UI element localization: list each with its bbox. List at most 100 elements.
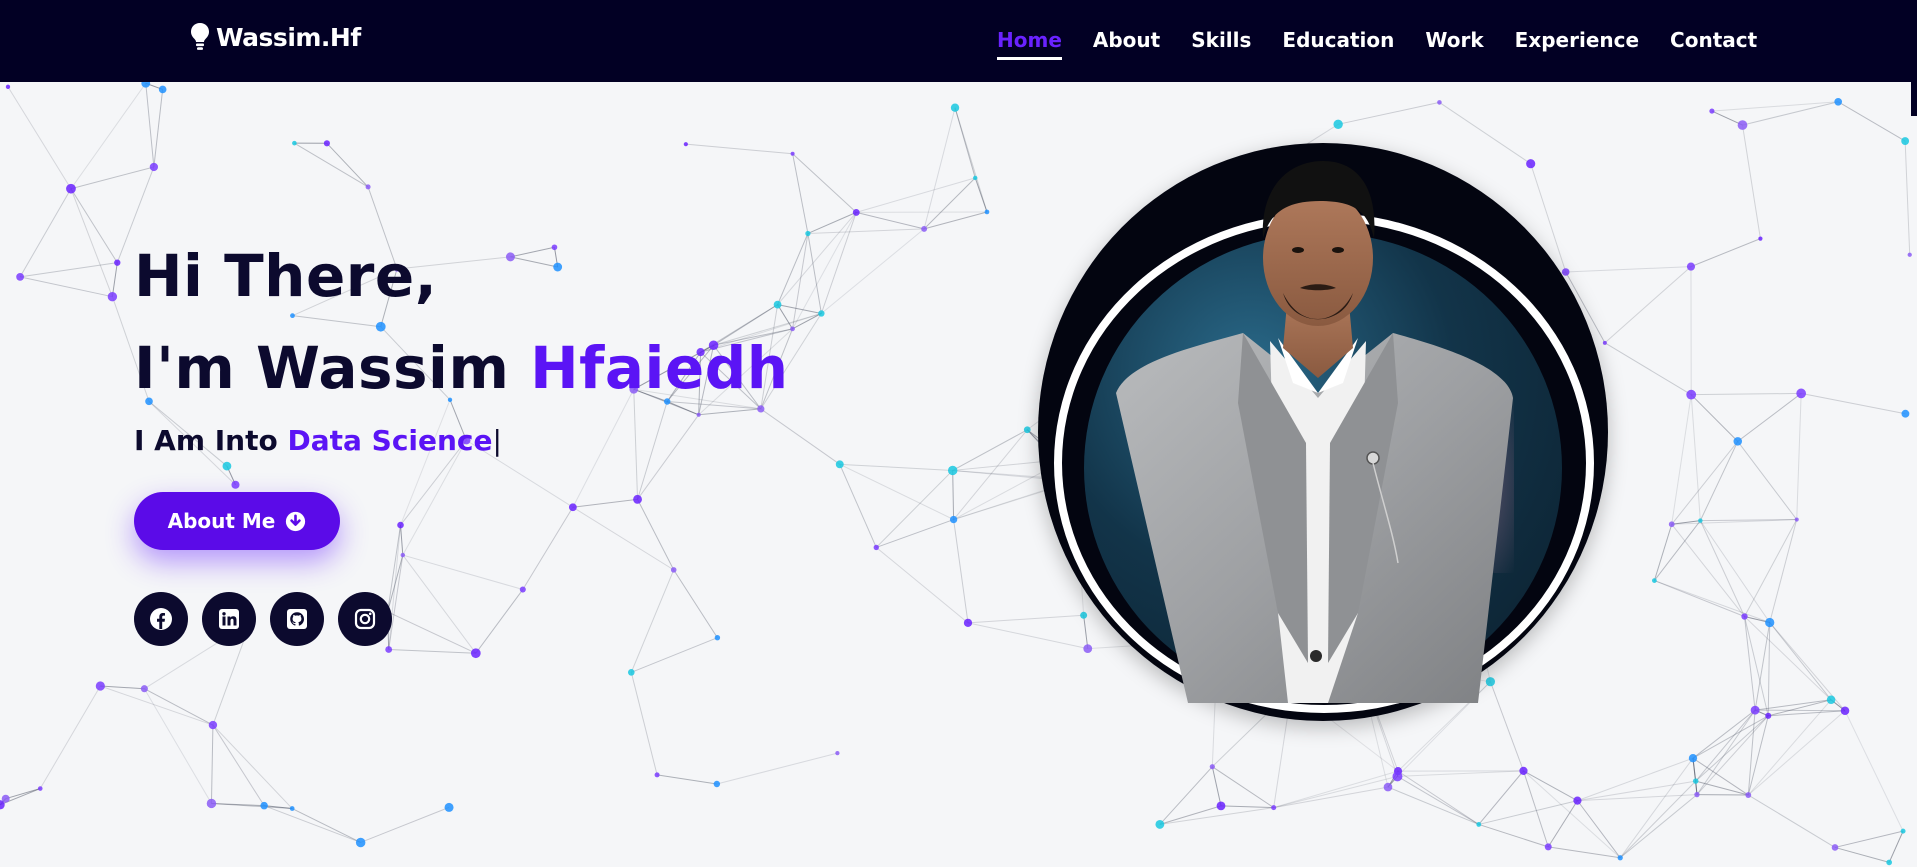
network-node	[873, 544, 879, 551]
instagram-link[interactable]	[338, 592, 392, 646]
nav-menu: Home About Skills Education Work Experie…	[997, 28, 1757, 60]
network-link	[952, 470, 955, 520]
network-link	[875, 470, 954, 548]
network-link	[807, 228, 925, 234]
network-link	[685, 143, 793, 155]
network-link	[1478, 770, 1524, 825]
network-node	[66, 183, 76, 194]
instagram-icon	[354, 608, 376, 630]
network-link	[326, 142, 369, 188]
logo[interactable]: Wassim.Hf	[188, 22, 361, 52]
network-node	[1652, 578, 1657, 583]
network-node	[1686, 262, 1696, 271]
network-link	[1695, 709, 1756, 782]
network-link	[1769, 622, 1832, 701]
network-link	[1338, 101, 1440, 125]
nav-home[interactable]: Home	[997, 28, 1062, 60]
network-node	[400, 552, 406, 558]
network-node	[1383, 782, 1393, 792]
network-link	[1397, 770, 1524, 777]
network-link	[1754, 622, 1771, 711]
network-node	[805, 230, 811, 237]
network-link	[263, 805, 361, 843]
network-node	[1692, 778, 1699, 784]
nav-contact[interactable]: Contact	[1670, 28, 1757, 52]
network-link	[39, 685, 101, 789]
network-link	[1711, 110, 1743, 126]
network-node	[222, 461, 232, 471]
network-node	[1765, 617, 1775, 628]
network-node	[1698, 518, 1703, 523]
network-node	[1392, 771, 1403, 782]
network-node	[365, 184, 371, 190]
network-link	[631, 637, 718, 673]
network-link	[402, 554, 523, 591]
nav-skills[interactable]: Skills	[1191, 28, 1251, 52]
network-link	[1767, 622, 1771, 716]
network-link	[1478, 800, 1578, 825]
network-node	[149, 162, 159, 172]
typing-cursor: |	[492, 424, 502, 457]
facebook-link[interactable]	[134, 592, 188, 646]
github-link[interactable]	[270, 592, 324, 646]
hero-text: Hi There, I'm Wassim Hfaiedh I Am Into D…	[134, 230, 789, 457]
network-link	[1692, 758, 1698, 795]
navbar: Wassim.Hf Home About Skills Education Wo…	[0, 0, 1911, 82]
network-node	[323, 140, 330, 147]
facebook-icon	[150, 608, 172, 630]
network-link	[839, 463, 953, 471]
network-link	[1159, 807, 1274, 825]
network-link	[7, 86, 72, 189]
network-node	[633, 494, 642, 504]
network-link	[1834, 830, 1904, 848]
network-node	[260, 801, 268, 810]
nav-experience[interactable]: Experience	[1515, 28, 1639, 52]
network-node	[1758, 236, 1763, 241]
nav-about[interactable]: About	[1093, 28, 1160, 52]
network-link	[1577, 800, 1621, 859]
github-icon	[287, 609, 307, 629]
network-link	[875, 547, 969, 624]
tagline-role: Data Science	[287, 424, 493, 457]
network-link	[1619, 780, 1697, 859]
network-link	[1273, 770, 1399, 809]
network-node	[950, 103, 960, 112]
network-link	[572, 498, 638, 508]
network-node	[1617, 855, 1623, 861]
network-node	[1765, 712, 1772, 719]
network-link	[19, 276, 113, 298]
network-link	[1690, 394, 1701, 521]
nav-education[interactable]: Education	[1282, 28, 1394, 52]
network-link	[211, 802, 293, 810]
network-link	[1691, 392, 1802, 396]
network-node	[1901, 137, 1910, 145]
network-link	[70, 188, 118, 263]
network-node	[292, 140, 297, 146]
network-link	[657, 774, 717, 785]
logo-text: Wassim.Hf	[216, 22, 361, 52]
network-link	[1747, 710, 1846, 796]
network-link	[1159, 766, 1213, 825]
scrollbar[interactable]	[1911, 0, 1917, 116]
name-last: Hfaiedh	[530, 334, 789, 402]
network-node	[835, 750, 840, 756]
network-link	[1755, 699, 1832, 711]
network-node	[5, 84, 11, 89]
network-link	[1478, 823, 1549, 848]
network-link	[1577, 757, 1694, 802]
linkedin-link[interactable]	[202, 592, 256, 646]
nav-work[interactable]: Work	[1425, 28, 1483, 52]
network-link	[1212, 766, 1274, 809]
arrow-circle-down-icon	[286, 511, 306, 531]
network-node	[1750, 705, 1760, 715]
network-link	[716, 752, 838, 785]
network-link	[820, 212, 857, 314]
network-node	[519, 586, 526, 593]
network-node	[1544, 843, 1552, 851]
network-link	[1748, 794, 1836, 848]
network-link	[388, 649, 476, 654]
network-link	[1653, 524, 1673, 581]
network-link	[5, 788, 41, 800]
about-me-button[interactable]: About Me	[134, 492, 340, 550]
network-link	[1755, 709, 1846, 712]
